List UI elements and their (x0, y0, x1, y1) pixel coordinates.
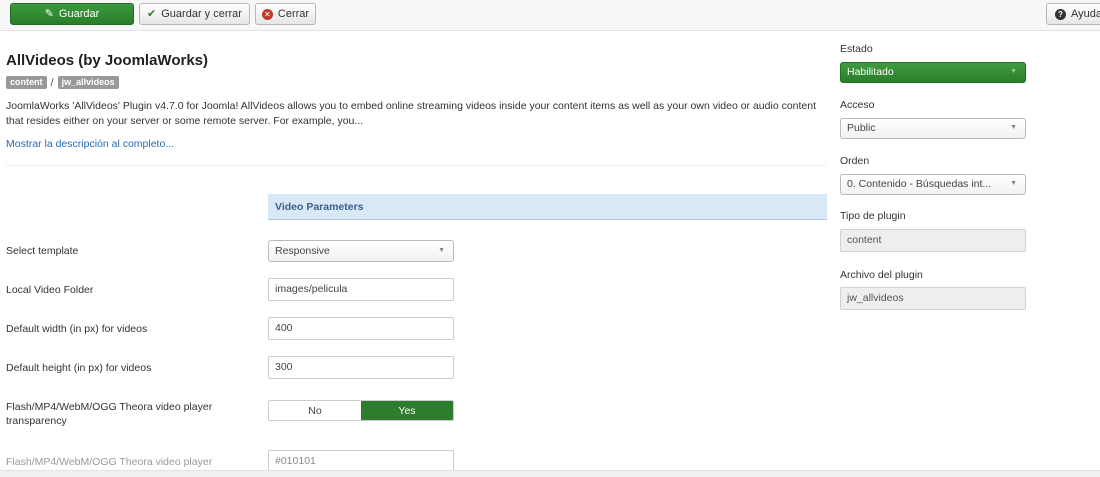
toolbar: ✎ Guardar ✔ Guardar y cerrar ✕ Cerrar ? … (0, 0, 1100, 31)
archivo-plugin-field: jw_allvideos (840, 287, 1026, 310)
chevron-down-icon: ▼ (1010, 68, 1017, 75)
transparency-no-option[interactable]: No (269, 401, 361, 420)
badge-separator: / (50, 76, 54, 89)
divider (6, 165, 826, 166)
player-transparency-label: Flash/MP4/WebM/OGG Theora video player t… (6, 401, 213, 427)
player-bgcolor-label: Flash/MP4/WebM/OGG Theora video player (6, 456, 213, 468)
bottom-scroll-area (0, 470, 1100, 477)
checkmark-icon: ✔ (147, 7, 157, 20)
player-transparency-toggle: No Yes (268, 400, 454, 421)
estado-label: Estado (840, 43, 873, 55)
close-circle-icon: ✕ (261, 8, 273, 20)
save-and-close-label: Guardar y cerrar (161, 8, 242, 20)
tipo-plugin-label: Tipo de plugin (840, 210, 906, 222)
default-height-label: Default height (in px) for videos (6, 362, 152, 374)
chevron-down-icon: ▼ (1010, 124, 1017, 131)
plugin-group-badge: content (6, 76, 47, 89)
acceso-dropdown[interactable]: Public ▼ (840, 118, 1026, 139)
acceso-value: Public (847, 122, 876, 134)
save-and-close-button[interactable]: ✔ Guardar y cerrar (139, 3, 250, 25)
tipo-plugin-field: content (840, 229, 1026, 252)
chevron-down-icon: ▼ (1010, 180, 1017, 187)
select-template-label: Select template (6, 245, 79, 257)
save-button[interactable]: ✎ Guardar (10, 3, 134, 25)
default-width-input[interactable]: 400 (268, 317, 454, 340)
chevron-down-icon: ▼ (438, 247, 445, 254)
select-template-dropdown[interactable]: Responsive ▼ (268, 240, 454, 262)
plugin-description: JoomlaWorks 'AllVideos' Plugin v4.7.0 fo… (6, 100, 817, 127)
edit-square-icon: ✎ (44, 7, 54, 20)
page-title: AllVideos (by JoomlaWorks) (6, 52, 208, 69)
question-circle-icon: ? (1055, 8, 1066, 20)
orden-label: Orden (840, 155, 870, 167)
save-button-label: Guardar (58, 8, 100, 20)
acceso-label: Acceso (840, 99, 875, 111)
local-video-folder-label: Local Video Folder (6, 284, 94, 296)
estado-value: Habilitado (847, 66, 894, 78)
help-button[interactable]: ? Ayuda (1046, 3, 1100, 25)
close-button[interactable]: ✕ Cerrar (255, 3, 316, 25)
estado-dropdown[interactable]: Habilitado ▼ (840, 62, 1026, 83)
section-header-video-parameters: Video Parameters (268, 194, 827, 220)
default-width-label: Default width (in px) for videos (6, 323, 148, 335)
show-full-description-link[interactable]: Mostrar la descripción al completo... (6, 138, 174, 150)
close-button-label: Cerrar (277, 8, 310, 20)
orden-value: 0. Contenido - Búsquedas int... (847, 178, 992, 190)
archivo-plugin-label: Archivo del plugin (840, 269, 923, 281)
orden-dropdown[interactable]: 0. Contenido - Búsquedas int... ▼ (840, 174, 1026, 195)
local-video-folder-input[interactable]: images/pelicula (268, 278, 454, 301)
plugin-badges: content / jw_allvideos (6, 76, 119, 89)
help-button-label: Ayuda (1071, 8, 1100, 20)
plugin-element-badge: jw_allvideos (57, 76, 119, 89)
select-template-value: Responsive (275, 245, 330, 257)
transparency-yes-option[interactable]: Yes (361, 401, 453, 420)
default-height-input[interactable]: 300 (268, 356, 454, 379)
